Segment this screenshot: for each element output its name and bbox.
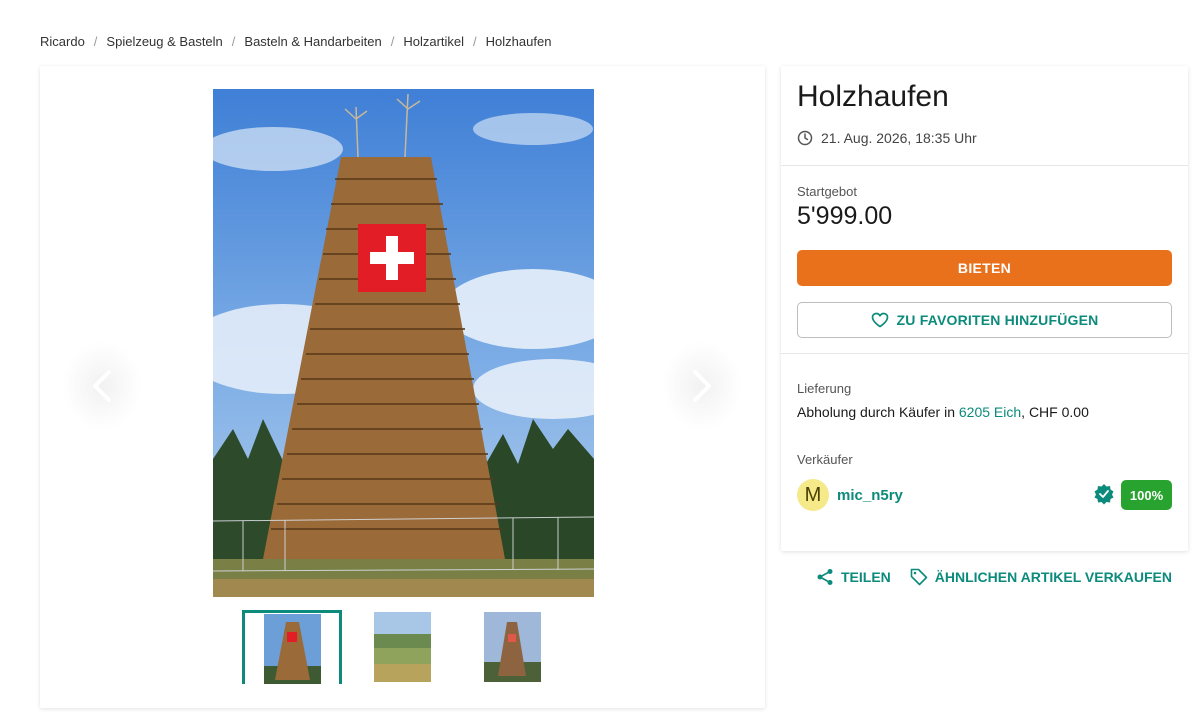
thumbnail-1[interactable] [242,610,342,684]
end-time: 21. Aug. 2026, 18:35 Uhr [797,130,977,146]
sell-similar-label: ÄHNLICHEN ARTIKEL VERKAUFEN [934,569,1173,585]
thumbnail-3[interactable] [462,610,562,684]
breadcrumb-separator: / [231,34,236,49]
previous-image-button[interactable] [62,341,142,431]
listing-info-card: Holzhaufen 21. Aug. 2026, 18:35 Uhr Star… [781,66,1188,551]
price-label: Startgebot [797,184,857,199]
image-gallery [40,66,765,708]
price-value: 5'999.00 [797,202,893,230]
seller-rating-badge: 100% [1121,480,1172,510]
chevron-left-icon [93,370,111,402]
add-to-favorites-label: ZU FAVORITEN HINZUFÜGEN [896,312,1099,328]
breadcrumb-item-basteln[interactable]: Basteln & Handarbeiten [244,34,381,49]
thumbnail-2[interactable] [352,610,452,684]
add-to-favorites-button[interactable]: ZU FAVORITEN HINZUFÜGEN [797,302,1172,338]
delivery-suffix: , CHF 0.00 [1021,404,1089,420]
next-image-button[interactable] [662,341,742,431]
tag-icon [910,568,928,586]
bid-button[interactable]: BIETEN [797,250,1172,286]
seller-row: M mic_n5ry 100% [797,479,1172,511]
thumbnail-tower-image [263,613,321,684]
listing-title: Holzhaufen [797,80,949,113]
breadcrumb-item-current: Holzhaufen [485,34,552,49]
share-icon [817,569,833,585]
breadcrumb-separator: / [473,34,477,49]
thumbnail-tower-sunset-image [483,612,541,682]
end-time-text: 21. Aug. 2026, 18:35 Uhr [821,130,977,146]
delivery-info: Abholung durch Käufer in 6205 Eich, CHF … [797,404,1089,420]
breadcrumb-item-ricardo[interactable]: Ricardo [40,34,85,49]
seller-name-link[interactable]: mic_n5ry [837,487,903,504]
share-label: TEILEN [841,569,891,585]
breadcrumb-separator: / [390,34,395,49]
delivery-prefix: Abholung durch Käufer in [797,404,959,420]
divider [781,353,1188,354]
thumbnail-landscape-image [373,612,431,682]
delivery-label: Lieferung [797,381,852,396]
heart-icon [871,312,888,328]
thumbnail-strip [242,610,572,684]
breadcrumb-item-holzartikel[interactable]: Holzartikel [403,34,464,49]
main-photo[interactable] [213,89,594,597]
chevron-right-icon [693,370,711,402]
breadcrumb-separator: / [93,34,98,49]
listing-actions: TEILEN ÄHNLICHEN ARTIKEL VERKAUFEN [816,568,1172,586]
seller-label: Verkäufer [797,452,853,467]
clock-icon [797,130,813,146]
divider [781,165,1188,166]
avatar[interactable]: M [797,479,829,511]
sell-similar-button[interactable]: ÄHNLICHEN ARTIKEL VERKAUFEN [910,568,1172,586]
verified-badge-icon [1094,484,1114,505]
bonfire-tower-photo [213,89,594,597]
breadcrumb: Ricardo / Spielzeug & Basteln / Basteln … [40,34,551,49]
delivery-location-link[interactable]: 6205 Eich [959,404,1021,420]
share-button[interactable]: TEILEN [816,568,891,586]
breadcrumb-item-spielzeug[interactable]: Spielzeug & Basteln [106,34,222,49]
